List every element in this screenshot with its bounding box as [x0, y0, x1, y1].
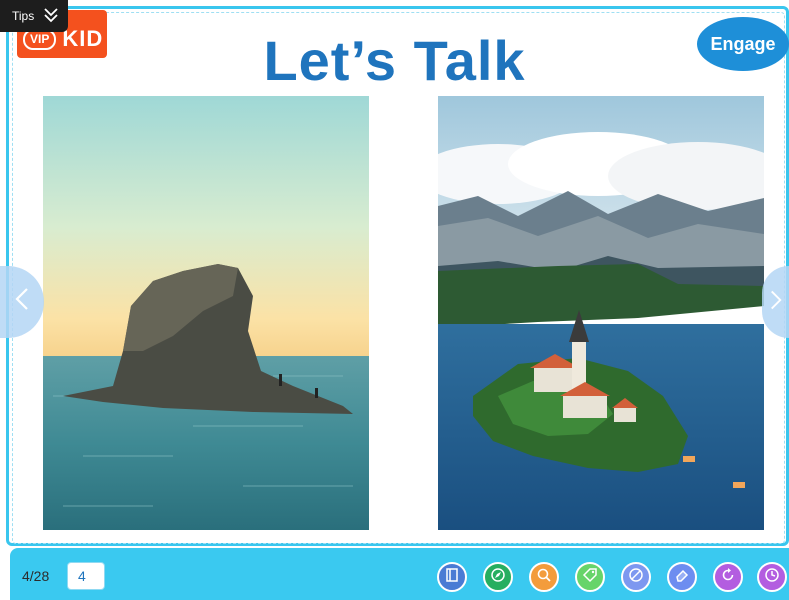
- book-tool-button[interactable]: [437, 562, 467, 592]
- engage-badge: Engage: [697, 17, 789, 71]
- book-icon: [444, 567, 460, 588]
- eraser-icon: [674, 567, 690, 588]
- magnifier-tool-button[interactable]: [529, 562, 559, 592]
- page-number-input[interactable]: [67, 562, 105, 590]
- slide-title: Let’s Talk: [263, 29, 526, 92]
- compass-icon: [490, 567, 506, 588]
- tips-tab[interactable]: Tips: [0, 0, 68, 32]
- lake-island-church-photo: [438, 96, 764, 530]
- compass-tool-button[interactable]: [483, 562, 513, 592]
- palette-tool-button[interactable]: [621, 562, 651, 592]
- chevron-left-icon: [15, 286, 29, 318]
- refresh-icon: [720, 567, 736, 588]
- sea-stack-photo: [43, 96, 369, 530]
- clock-tool-button[interactable]: [757, 562, 787, 592]
- logo-vip-text: VIP: [23, 29, 57, 50]
- page-counter: 4/28: [22, 568, 50, 584]
- double-chevron-down-icon: [42, 6, 60, 27]
- bottom-toolbar: 4/28: [10, 548, 789, 600]
- logo-kid-text: KID: [62, 26, 104, 51]
- refresh-tool-button[interactable]: [713, 562, 743, 592]
- chevron-right-icon: [770, 286, 782, 318]
- tag-icon: [582, 567, 598, 588]
- tips-label: Tips: [12, 9, 35, 23]
- eraser-tool-button[interactable]: [667, 562, 697, 592]
- clock-icon: [764, 567, 780, 588]
- palette-icon: [628, 567, 644, 588]
- magnifier-icon: [536, 567, 552, 588]
- tag-tool-button[interactable]: [575, 562, 605, 592]
